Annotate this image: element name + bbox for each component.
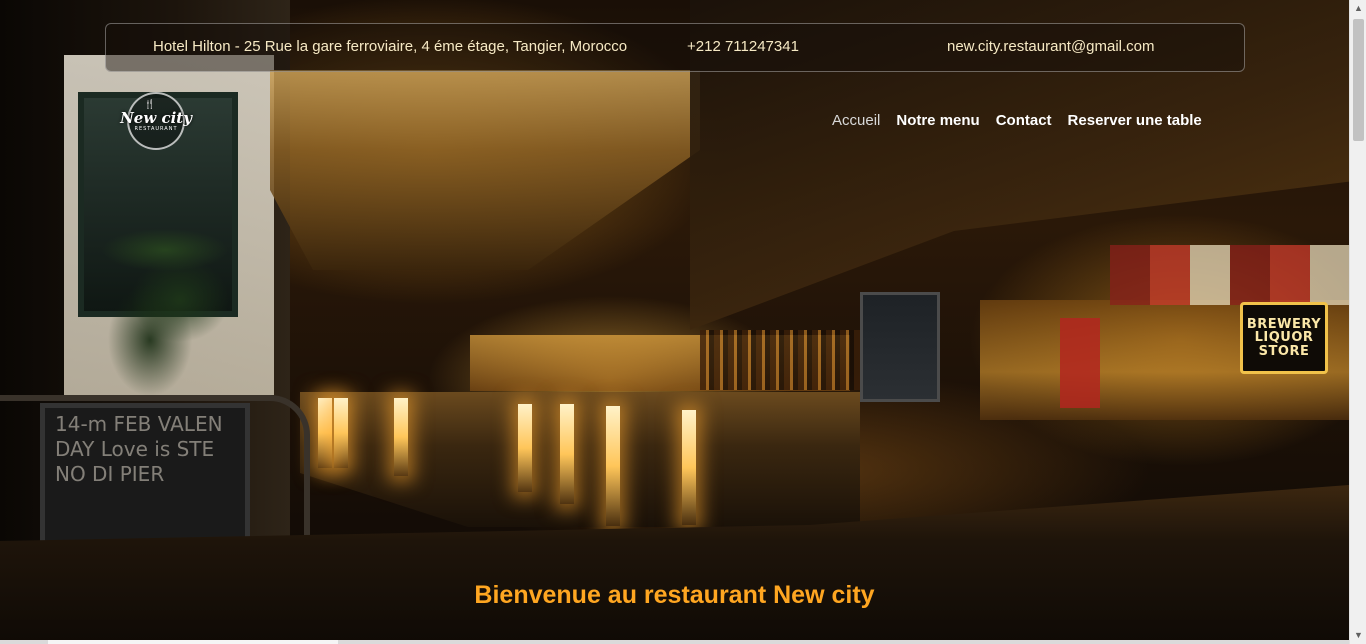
contact-info-bar: Hotel Hilton - 25 Rue la gare ferroviair… bbox=[105, 23, 1245, 72]
address-text: Hotel Hilton - 25 Rue la gare ferroviair… bbox=[153, 38, 628, 55]
popcorn-machine bbox=[1060, 318, 1100, 408]
phone-text[interactable]: +212 711247341 bbox=[687, 38, 799, 55]
horizontal-scroll-thumb[interactable] bbox=[48, 640, 338, 644]
fridge bbox=[860, 292, 940, 402]
scroll-down-arrow-icon[interactable]: ▼ bbox=[1350, 627, 1366, 644]
hero-background: BREWERY LIQUOR STORE 14-m FEB VALEN DAY … bbox=[0, 0, 1349, 644]
logo-subtitle: RESTAURANT bbox=[134, 126, 178, 132]
lit-ceiling bbox=[270, 70, 700, 270]
email-link[interactable]: new.city.restaurant@gmail.com bbox=[947, 38, 1155, 55]
main-nav: Accueil Notre menu Contact Reserver une … bbox=[832, 112, 1202, 129]
vertical-scrollbar[interactable]: ▲ ▼ bbox=[1349, 0, 1366, 644]
scroll-up-arrow-icon[interactable]: ▲ bbox=[1350, 0, 1366, 17]
nav-contact[interactable]: Contact bbox=[996, 112, 1052, 129]
bottle-rack bbox=[700, 330, 860, 390]
plant-image bbox=[70, 140, 260, 400]
liquor-store-sign: BREWERY LIQUOR STORE bbox=[1240, 302, 1328, 374]
bar-counter bbox=[300, 392, 860, 527]
logo-name: New city bbox=[120, 109, 192, 127]
counter-light bbox=[518, 404, 532, 492]
counter-light bbox=[682, 410, 696, 525]
scroll-thumb[interactable] bbox=[1353, 19, 1364, 141]
counter-light bbox=[334, 398, 348, 468]
book-shelf bbox=[1110, 245, 1349, 305]
counter-light bbox=[606, 406, 620, 526]
counter-light bbox=[560, 404, 574, 504]
nav-accueil[interactable]: Accueil bbox=[832, 112, 880, 129]
welcome-heading: Bienvenue au restaurant New city bbox=[474, 581, 875, 609]
counter-light bbox=[318, 398, 332, 468]
rail bbox=[0, 395, 310, 555]
nav-notre-menu[interactable]: Notre menu bbox=[896, 112, 979, 129]
nav-reserver-table[interactable]: Reserver une table bbox=[1068, 112, 1202, 129]
counter-light bbox=[394, 398, 408, 476]
